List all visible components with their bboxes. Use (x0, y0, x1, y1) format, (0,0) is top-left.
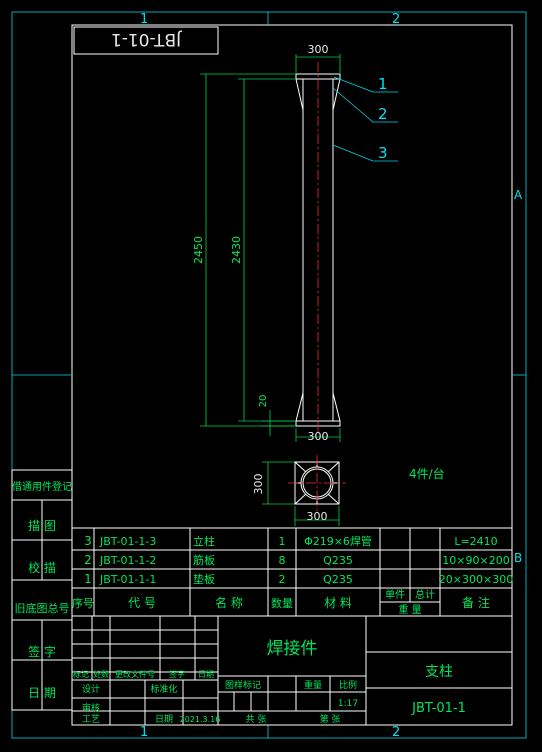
dim-inner-height: 2430 (230, 236, 243, 264)
outer-frame (11, 11, 527, 739)
rev-header-sign: 签字 (169, 669, 185, 679)
label-date: 日期 (155, 714, 173, 725)
callout-2: 2 (378, 105, 388, 123)
label-process: 工艺 (82, 714, 100, 725)
part-3-material: Φ219×6焊管 (304, 534, 372, 548)
drawing-name: 支柱 (425, 664, 453, 680)
strip-label-date: 日 期 (28, 686, 56, 700)
dim-bottom-offset: 20 (258, 395, 269, 408)
label-total-sheets: 共 张 (246, 714, 267, 725)
dim-top-width: 300 (308, 43, 329, 56)
column-elevation (295, 62, 341, 432)
part-2-name: 筋板 (193, 553, 215, 567)
strip-label-sign: 签 字 (28, 644, 56, 659)
plan-view (288, 455, 346, 511)
header-remark: 备 注 (462, 595, 490, 610)
part-1-code: JBT-01-1-1 (99, 573, 156, 586)
scale-value: 1:17 (338, 699, 358, 709)
part-3-name: 立柱 (193, 534, 215, 548)
header-seq: 序号 (72, 596, 94, 610)
dim-bottom-width: 300 (308, 430, 329, 443)
header-code: 代 号 (128, 596, 156, 610)
drawing-sheet: 1 2 1 2 A B JBT-01-1 300 2450 2430 20 30… (11, 11, 527, 740)
part-2-remark: 10×90×200 (442, 554, 509, 567)
part-2-seq: 2 (84, 553, 92, 567)
label-sheet: 第 张 (320, 713, 341, 725)
inner-border (71, 24, 513, 726)
stamp-box-text: JBT-01-1 (111, 29, 182, 49)
left-strip (11, 469, 73, 711)
part-1-material: Q235 (323, 573, 353, 586)
part-3-remark: L=2410 (454, 535, 497, 548)
rev-header-doc: 更改文件号 (115, 669, 155, 679)
part-type: 焊接件 (267, 639, 318, 659)
dim-total-height: 2450 (192, 236, 205, 264)
part-2-material: Q235 (323, 554, 353, 567)
part-1-qty: 2 (279, 573, 286, 586)
rev-header-count: 处数 (93, 669, 109, 679)
dim-plan-height: 300 (252, 474, 265, 495)
quantity-note: 4件/台 (409, 466, 445, 481)
label-stage-mark: 图样标记 (225, 679, 261, 691)
callout-3: 3 (378, 144, 388, 162)
rev-header-mark: 标记 (73, 669, 89, 679)
rev-header-date: 日期 (198, 670, 214, 679)
header-qty: 数量 (271, 597, 293, 610)
part-1-seq: 1 (84, 572, 92, 586)
grid-label-bottom-1: 1 (140, 725, 148, 740)
dimension-lines (200, 54, 341, 526)
grid-label-top-1: 1 (140, 12, 148, 27)
date-value: 2021.3.16 (180, 715, 221, 724)
part-3-seq: 3 (84, 534, 92, 548)
grid-label-b: B (514, 551, 522, 565)
header-total-weight: 总计 (415, 588, 435, 601)
header-unit-weight: 单件 (385, 589, 405, 601)
grid-label-a: A (514, 188, 523, 202)
strip-label-trace: 描 图 (28, 519, 56, 533)
part-1-remark: 20×300×300 (439, 573, 513, 586)
part-1-name: 垫板 (193, 572, 215, 586)
strip-label-check: 校 描 (28, 560, 56, 575)
part-2-qty: 8 (279, 554, 286, 567)
label-weight: 重量 (304, 679, 322, 691)
header-material: 材 料 (324, 596, 352, 610)
part-2-code: JBT-01-1-2 (99, 554, 156, 567)
callout-leaders (332, 76, 398, 162)
part-3-qty: 1 (279, 535, 286, 548)
strip-label-old-number: 旧底图总号 (15, 601, 70, 615)
label-scale: 比例 (339, 679, 357, 691)
dim-plan-width: 300 (307, 510, 328, 523)
drawing-number: JBT-01-1 (411, 701, 466, 716)
part-3-code: JBT-01-1-3 (99, 535, 156, 548)
header-weight: 重 量 (398, 603, 421, 616)
label-review: 审核 (82, 702, 100, 714)
label-standardize: 标准化 (150, 683, 177, 695)
grid-label-bottom-2: 2 (392, 725, 400, 740)
header-name: 名 称 (215, 595, 243, 610)
callout-1: 1 (378, 75, 388, 93)
grid-label-top-2: 2 (392, 12, 400, 27)
strip-label-register: 借通用件登记 (12, 480, 72, 493)
label-design: 设计 (82, 683, 100, 695)
